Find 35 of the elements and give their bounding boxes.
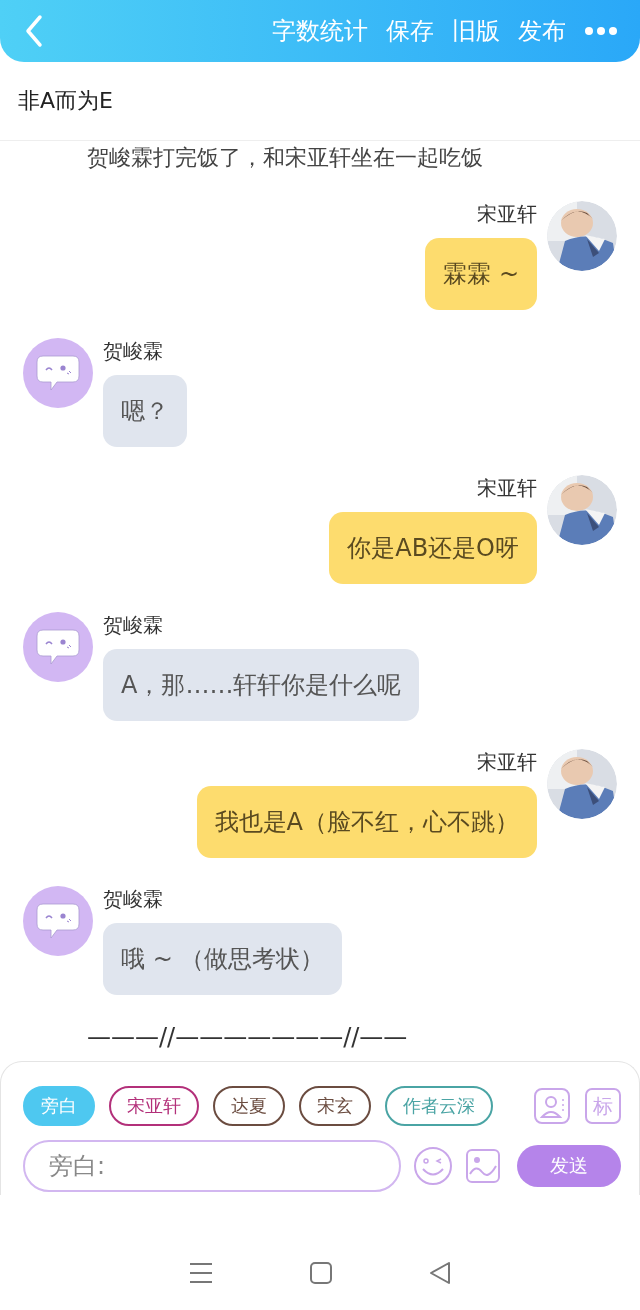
back-icon[interactable]	[24, 14, 44, 48]
sender-name: 贺峻霖	[103, 612, 164, 639]
sender-name: 贺峻霖	[103, 338, 164, 365]
role-chip[interactable]: 作者云深	[385, 1086, 493, 1126]
header-action[interactable]: 字数统计	[272, 15, 368, 47]
more-icon[interactable]	[584, 26, 618, 36]
message-bubble: A，那……轩轩你是什么呢	[103, 649, 420, 721]
header-action[interactable]: 发布	[518, 15, 566, 47]
role-chip[interactable]: 宋玄	[299, 1086, 371, 1126]
role-chip[interactable]: 达夏	[213, 1086, 285, 1126]
smiley-icon[interactable]	[413, 1146, 453, 1186]
narration-text: ———//———————//——	[87, 1023, 409, 1051]
contact-icon[interactable]	[533, 1087, 571, 1125]
mark-button[interactable]: 标	[585, 1088, 621, 1124]
image-icon[interactable]	[465, 1148, 501, 1184]
message-bubble: 我也是A（脸不红，心不跳）	[196, 786, 537, 858]
sender-name: 宋亚轩	[477, 475, 537, 502]
home-icon[interactable]	[310, 1261, 332, 1284]
message-bubble: 哦 ~ （做思考状）	[103, 923, 343, 995]
message-bubble: 你是AB还是O呀	[329, 512, 537, 584]
back-triangle-icon[interactable]	[429, 1261, 452, 1284]
sender-name: 宋亚轩	[477, 749, 537, 776]
header-action[interactable]: 旧版	[452, 15, 500, 47]
narration-text: 贺峻霖打完饭了，和宋亚轩坐在一起吃饭	[87, 144, 484, 172]
message-bubble: 霖霖 ~	[425, 238, 537, 310]
menu-icon[interactable]	[188, 1261, 213, 1284]
message-bubble: 嗯？	[103, 375, 187, 447]
header-action[interactable]: 保存	[386, 15, 434, 47]
input-field[interactable]: 旁白:	[23, 1140, 401, 1192]
send-button[interactable]: 发送	[517, 1145, 621, 1187]
sender-name: 贺峻霖	[103, 886, 164, 913]
sender-name: 宋亚轩	[477, 201, 537, 228]
story-title: 非A而为E	[18, 87, 113, 115]
role-chip[interactable]: 旁白	[23, 1086, 95, 1126]
role-chip[interactable]: 宋亚轩	[109, 1086, 199, 1126]
